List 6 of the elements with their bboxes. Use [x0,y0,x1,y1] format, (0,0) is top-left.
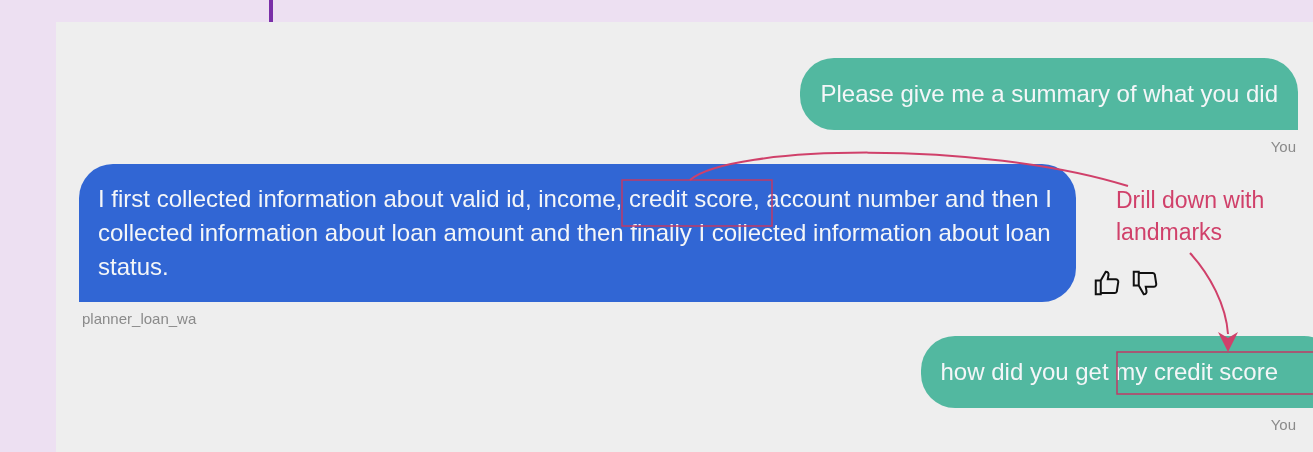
user-message: Please give me a summary of what you did [800,58,1298,130]
message-author: You [1270,138,1296,156]
annotation-note: Drill down with landmarks [1116,186,1266,247]
bot-message: I first collected information about valid id, income, credit score, account number and then I collected information about loan amount and then finally I collected information about loan status. [79,164,1076,302]
message-author: planner_loan_wa [82,310,197,328]
message-author: You [1270,416,1296,434]
